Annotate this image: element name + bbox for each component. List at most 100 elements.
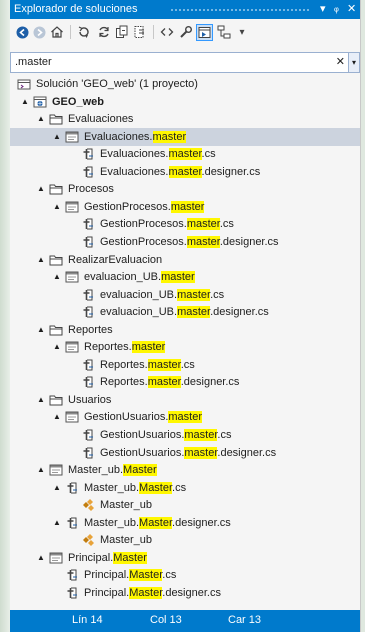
tree-node[interactable]: ▲ GEO_web <box>10 93 360 111</box>
cs-file-icon <box>65 481 79 495</box>
search-match-highlight: Master <box>129 569 163 582</box>
tree-node[interactable]: evaluacion_UB.master.cs <box>10 286 360 304</box>
tree-node[interactable]: ▲ Master_ub.Master <box>10 461 360 479</box>
pending-changes-button[interactable]: ▾ <box>76 24 92 40</box>
clear-search-button[interactable]: ✕ <box>336 55 345 68</box>
tree-node[interactable]: GestionProcesos.master.designer.cs <box>10 233 360 251</box>
tree-node-label: Usuarios <box>68 393 111 407</box>
title-bar-grip[interactable] <box>170 8 310 13</box>
expander-toggle[interactable]: ▲ <box>37 325 47 335</box>
expander-toggle[interactable]: ▲ <box>37 395 47 405</box>
view-code-button[interactable] <box>159 24 175 40</box>
search-box[interactable]: ✕ ▾ <box>10 52 360 73</box>
solution-icon <box>17 77 31 91</box>
tree-node[interactable]: ▲ GestionProcesos.master <box>10 198 360 216</box>
tree-node[interactable]: GestionUsuarios.master.cs <box>10 426 360 444</box>
status-character: Car 13 <box>228 614 262 626</box>
expander-toggle[interactable]: ▲ <box>37 114 47 124</box>
properties-button[interactable] <box>178 24 194 40</box>
expander-toggle[interactable]: ▲ <box>53 483 63 493</box>
tree-node[interactable]: GestionProcesos.master.cs <box>10 215 360 233</box>
tree-node-label: GestionUsuarios.master.cs <box>100 428 231 442</box>
tree-node[interactable]: Reportes.master.designer.cs <box>10 373 360 391</box>
expander-toggle[interactable]: ▲ <box>37 184 47 194</box>
tree-node[interactable]: Master_ub <box>10 496 360 514</box>
tree-node[interactable]: ▲ GestionUsuarios.master <box>10 408 360 426</box>
tree-node[interactable]: Principal.Master.designer.cs <box>10 584 360 602</box>
tree-node[interactable]: GestionUsuarios.master.designer.cs <box>10 444 360 462</box>
tree-node[interactable]: evaluacion_UB.master.designer.cs <box>10 303 360 321</box>
pin-icon[interactable]: ᵩ <box>334 2 339 14</box>
tree-node[interactable]: Evaluaciones.master.cs <box>10 145 360 163</box>
expander-toggle[interactable]: ▲ <box>53 342 63 352</box>
search-match-highlight: master <box>170 200 205 213</box>
tree-node-label: Reportes <box>68 323 113 337</box>
tree-node-label: GEO_web <box>52 95 104 109</box>
window-menu-button[interactable]: ▾ <box>320 2 326 15</box>
search-input[interactable] <box>15 55 315 69</box>
refresh-button[interactable] <box>96 24 112 40</box>
tree-node[interactable]: ▲ Master_ub.Master.designer.cs <box>10 514 360 532</box>
cs-file-icon <box>65 586 79 600</box>
cs-file-icon <box>81 217 95 231</box>
label-text: Principal. <box>68 551 114 564</box>
tree-node[interactable]: ▲ evaluacion_UB.master <box>10 268 360 286</box>
tree-node[interactable]: ▲ Principal.Master <box>10 549 360 567</box>
expander-toggle[interactable]: ▲ <box>53 518 63 528</box>
class-icon <box>81 498 95 512</box>
web-project-icon <box>33 95 47 109</box>
tree-node[interactable]: ▲ Reportes <box>10 321 360 339</box>
expander-toggle[interactable]: ▲ <box>53 132 63 142</box>
desktop-background-left <box>0 0 10 632</box>
expander-toggle[interactable]: ▲ <box>21 97 31 107</box>
close-button[interactable]: ✕ <box>347 2 356 15</box>
tree-node[interactable]: ▲ Master_ub.Master.cs <box>10 479 360 497</box>
tree-node[interactable]: Evaluaciones.master.designer.cs <box>10 163 360 181</box>
tree-node[interactable]: ▲ Evaluaciones <box>10 110 360 128</box>
tree-node-label: Evaluaciones.master.designer.cs <box>100 165 260 179</box>
preview-icon <box>198 27 211 38</box>
expander-toggle[interactable]: ▲ <box>37 465 47 475</box>
tree-node[interactable]: Master_ub <box>10 531 360 549</box>
tree-node[interactable]: ▲ Evaluaciones.master <box>10 127 360 146</box>
tree-node[interactable]: ▲ RealizarEvaluacion <box>10 251 360 269</box>
tree-node[interactable]: ▲ Usuarios <box>10 391 360 409</box>
label-text: Master_ub. <box>84 481 140 494</box>
expander-toggle[interactable]: ▲ <box>53 272 63 282</box>
tree-node-label: Evaluaciones.master <box>84 130 187 144</box>
tree-node-label: Solución 'GEO_web' (1 proyecto) <box>36 77 198 91</box>
search-match-highlight: master <box>147 358 181 371</box>
tree-node[interactable]: ▲ Procesos <box>10 180 360 198</box>
back-button[interactable] <box>14 24 30 40</box>
search-match-highlight: master <box>131 341 166 354</box>
class-diagram-button[interactable] <box>216 24 232 40</box>
search-options-dropdown[interactable]: ▾ <box>348 53 359 72</box>
expander-toggle[interactable]: ▲ <box>37 255 47 265</box>
cs-file-icon <box>81 147 95 161</box>
back-icon <box>16 26 28 38</box>
forward-button[interactable] <box>31 24 47 40</box>
tree-node-label: Master_ub.Master.cs <box>84 481 186 495</box>
collapse-all-button[interactable] <box>114 24 130 40</box>
tree-node[interactable]: ▲ Reportes.master <box>10 338 360 356</box>
folder-icon <box>49 393 63 407</box>
label-text: GestionUsuarios. <box>84 411 169 424</box>
expander-toggle[interactable]: ▲ <box>53 412 63 422</box>
toolbar-overflow-button[interactable]: ▾ <box>234 24 250 40</box>
search-match-highlight: Master <box>139 516 173 529</box>
label-text: Evaluaciones <box>68 113 134 126</box>
status-bar: Lín 14 Col 13 Car 13 <box>10 610 360 632</box>
label-text: Master_ub. <box>68 464 124 477</box>
label-text: Usuarios <box>68 393 112 406</box>
expander-toggle[interactable]: ▲ <box>53 202 63 212</box>
tree-node[interactable]: Solución 'GEO_web' (1 proyecto) <box>10 75 360 93</box>
label-text: Master_ub <box>100 499 152 512</box>
search-match-highlight: Master <box>139 481 173 494</box>
tree-node[interactable]: Reportes.master.cs <box>10 356 360 374</box>
preview-selected-items-button[interactable] <box>196 24 213 41</box>
expander-toggle[interactable]: ▲ <box>37 553 47 563</box>
tree-node-label: evaluacion_UB.master.designer.cs <box>100 305 269 319</box>
show-all-files-button[interactable] <box>132 24 148 40</box>
tree-node[interactable]: Principal.Master.cs <box>10 566 360 584</box>
home-button[interactable] <box>49 24 65 40</box>
